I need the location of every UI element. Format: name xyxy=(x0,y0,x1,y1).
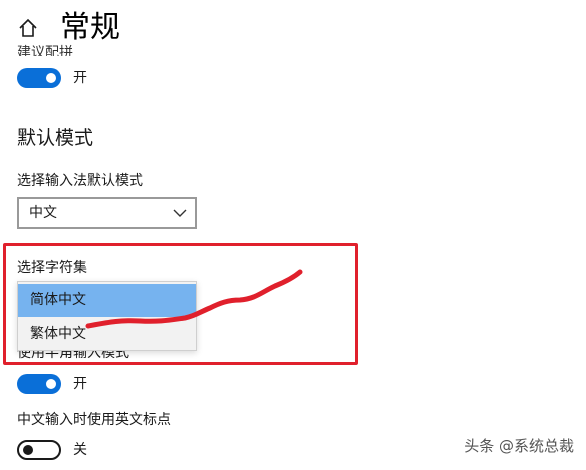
top-setting-toggle[interactable] xyxy=(17,68,61,88)
dropdown-value: 中文 xyxy=(29,205,57,221)
top-setting-label: 建议配拼 xyxy=(17,45,73,56)
section-heading: 默认模式 xyxy=(17,127,94,149)
english-punct-toggle[interactable] xyxy=(17,440,61,460)
annotation-highlight-box xyxy=(3,243,358,365)
half-width-toggle[interactable] xyxy=(17,374,61,394)
top-setting-state: 开 xyxy=(73,70,87,86)
toggle-knob xyxy=(46,379,56,389)
default-mode-dropdown[interactable]: 中文 xyxy=(17,197,197,229)
watermark: 头条 @系统总裁 xyxy=(464,437,574,455)
default-mode-label: 选择输入法默认模式 xyxy=(17,173,143,189)
chevron-down-icon xyxy=(173,209,187,217)
half-width-state: 开 xyxy=(73,376,87,392)
english-punct-label: 中文输入时使用英文标点 xyxy=(17,412,171,428)
english-punct-state: 关 xyxy=(73,442,87,458)
settings-page: 常规 建议配拼 开 默认模式 选择输入法默认模式 中文 选择字符集 使用半角输入… xyxy=(0,0,586,470)
toggle-knob xyxy=(23,445,33,455)
toggle-knob xyxy=(46,73,56,83)
home-icon[interactable] xyxy=(18,18,38,38)
annotation-scribble xyxy=(85,269,303,329)
